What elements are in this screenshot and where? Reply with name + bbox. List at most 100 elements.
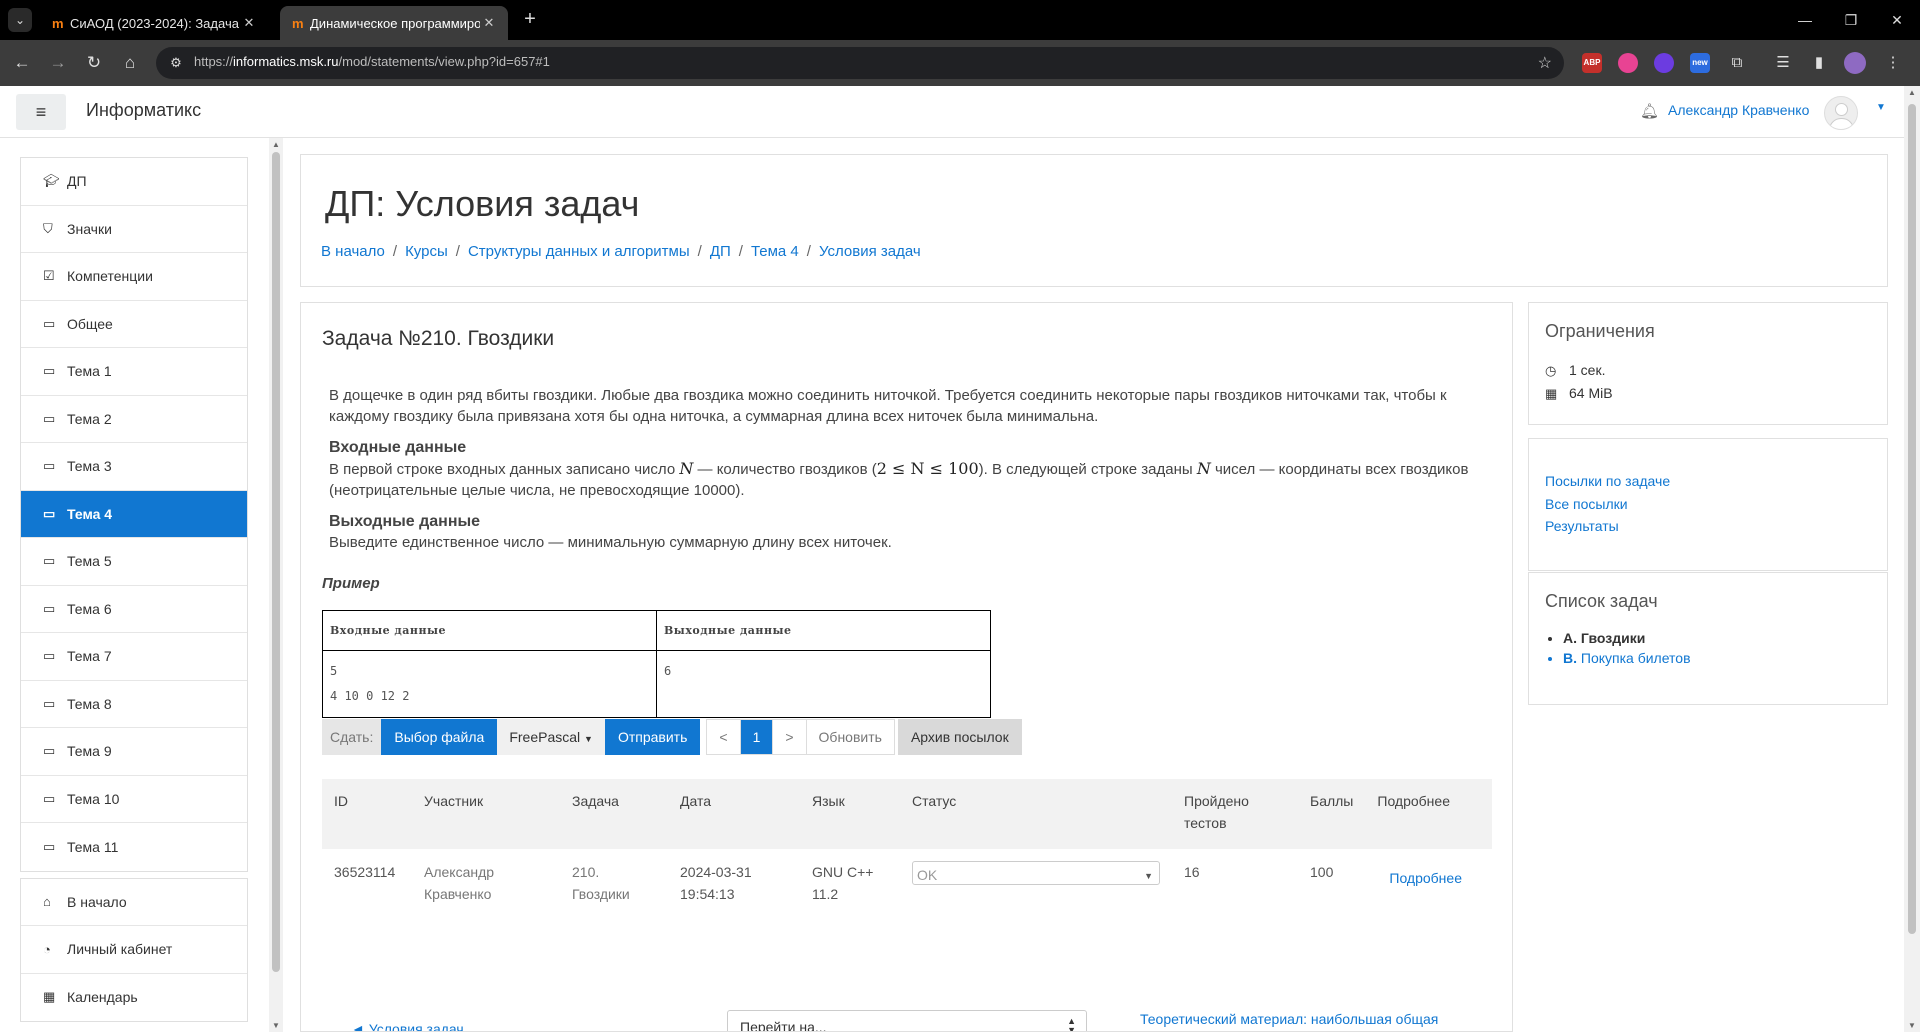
sidebar-item[interactable]: ⌂ В начало bbox=[21, 879, 247, 926]
sidebar-item[interactable]: ▭ Тема 8 bbox=[21, 681, 247, 728]
col-participant: Участник bbox=[424, 793, 484, 809]
all-submissions-link[interactable]: Все посылки bbox=[1545, 496, 1628, 512]
close-window-button[interactable]: ✕ bbox=[1874, 0, 1920, 40]
submit-label: Сдать: bbox=[322, 719, 382, 755]
sidebar-item[interactable]: ▭ Тема 9 bbox=[21, 728, 247, 776]
breadcrumb-separator: / bbox=[697, 243, 702, 260]
sidebar-item[interactable]: ▭ Тема 3 bbox=[21, 443, 247, 491]
page-title: ДП: Условия задач bbox=[325, 183, 640, 224]
sidebar-item[interactable]: ▭ Тема 5 bbox=[21, 538, 247, 586]
back-icon[interactable]: ← bbox=[10, 51, 34, 75]
site-brand[interactable]: Информатикс bbox=[86, 100, 201, 121]
site-settings-icon[interactable]: ⚙ bbox=[166, 53, 186, 73]
user-menu-caret-icon[interactable]: ▼ bbox=[1876, 102, 1886, 113]
problem-card: Задача №210. Гвоздики В дощечке в один р… bbox=[300, 302, 1513, 1032]
results-link[interactable]: Результаты bbox=[1545, 518, 1619, 534]
submit-toolbar: Сдать: Выбор файла FreePascal ▼ Отправит… bbox=[322, 719, 1022, 755]
profile-icon[interactable] bbox=[1844, 52, 1866, 74]
browser-tab-1[interactable]: m СиАОД (2023-2024): Задача C ✕ bbox=[40, 6, 268, 40]
reload-icon[interactable]: ↻ bbox=[82, 51, 106, 75]
task-submissions-link[interactable]: Посылки по задаче bbox=[1545, 473, 1670, 489]
send-button[interactable]: Отправить bbox=[604, 719, 701, 755]
media-control-icon[interactable]: ☰ bbox=[1772, 52, 1794, 74]
breadcrumb-link[interactable]: Тема 4 bbox=[751, 243, 799, 260]
sidebar-item[interactable]: ▭ Тема 4 bbox=[21, 490, 247, 538]
site-navbar: ≡ Информатикс 🔔︎ Александр Кравченко ▼ bbox=[0, 86, 1904, 138]
time-limit: ◷ 1 сек. bbox=[1545, 362, 1606, 378]
details-link[interactable]: Подробнее bbox=[1377, 867, 1462, 889]
sidebar-item[interactable]: ▭ Тема 11 bbox=[21, 823, 247, 871]
sidebar-item[interactable]: ▭ Общее bbox=[21, 301, 247, 348]
next-activity-link[interactable]: Теоретический материал: наибольшая общая bbox=[1140, 1011, 1438, 1027]
status-select[interactable]: OK ▼ bbox=[912, 861, 1160, 885]
example-output-header: Выходные данные bbox=[656, 610, 991, 651]
notification-bell-icon[interactable]: 🔔︎ bbox=[1640, 102, 1659, 120]
bookmark-star-icon[interactable]: ☆ bbox=[1538, 53, 1552, 73]
breadcrumb-link[interactable]: Курсы bbox=[405, 243, 448, 260]
tab-close-icon[interactable]: ✕ bbox=[240, 15, 258, 31]
sidebar-item[interactable]: ▭ Тема 6 bbox=[21, 586, 247, 633]
refresh-button[interactable]: Обновить bbox=[807, 720, 894, 754]
site-nav-group: ⌂ В начало ◔ Личный кабинет ▦ Календарь bbox=[20, 877, 248, 1022]
breadcrumb-link[interactable]: Структуры данных и алгоритмы bbox=[468, 243, 690, 260]
archive-button[interactable]: Архив посылок bbox=[897, 719, 1022, 755]
input-description: В первой строке входных данных записано … bbox=[329, 459, 1469, 499]
example-output: 6 bbox=[656, 650, 991, 718]
extension-new-icon[interactable]: new bbox=[1690, 53, 1710, 73]
adblock-extension-icon[interactable]: ABP bbox=[1582, 53, 1602, 73]
home-icon[interactable]: ⌂ bbox=[118, 51, 142, 75]
prev-page-button[interactable]: < bbox=[707, 720, 741, 754]
output-description: Выведите единственное число — минимальну… bbox=[329, 534, 892, 551]
links-block: Посылки по задаче Все посылки Результаты bbox=[1528, 438, 1888, 571]
next-page-button[interactable]: > bbox=[773, 720, 807, 754]
drawer-toggle-button[interactable]: ≡ bbox=[16, 94, 66, 130]
jump-to-select[interactable]: Перейти на... ▲ ▼ bbox=[727, 1010, 1087, 1031]
col-task: Задача bbox=[572, 793, 619, 809]
choose-file-button[interactable]: Выбор файла bbox=[381, 719, 498, 755]
sidebar-item-label: Тема 1 bbox=[67, 363, 112, 380]
prev-activity-link[interactable]: ◄ Условия задач bbox=[351, 1021, 464, 1031]
browser-tab-2[interactable]: m Динамическое программиров ✕ bbox=[280, 6, 508, 40]
breadcrumb-link[interactable]: В начало bbox=[321, 243, 385, 260]
user-name[interactable]: Александр Кравченко bbox=[1668, 102, 1809, 118]
language-select[interactable]: FreePascal ▼ bbox=[497, 719, 605, 755]
sidebar-item[interactable]: ▭ Тема 10 bbox=[21, 776, 247, 823]
restore-button[interactable]: ❐ bbox=[1828, 0, 1874, 40]
sidebar-item[interactable]: ⛉ Значки bbox=[21, 206, 247, 253]
tab-search-icon[interactable]: ⌄ bbox=[8, 8, 32, 32]
extension-icon[interactable] bbox=[1618, 53, 1638, 73]
extension-icon[interactable] bbox=[1654, 53, 1674, 73]
home-icon: ⌂ bbox=[43, 894, 51, 910]
minimize-button[interactable]: — bbox=[1782, 0, 1828, 40]
sidebar-item-label: Тема 6 bbox=[67, 600, 112, 617]
avatar[interactable] bbox=[1824, 96, 1858, 130]
page-scrollbar[interactable]: ▲ ▼ bbox=[1904, 86, 1920, 1032]
breadcrumb-link[interactable]: ДП bbox=[710, 243, 731, 260]
task-list-item-b[interactable]: B. Покупка билетов bbox=[1563, 650, 1691, 666]
menu-dots-icon[interactable]: ⋮ bbox=[1882, 52, 1904, 74]
sidebar-scrollbar[interactable]: ▲ ▼ bbox=[269, 138, 283, 1032]
sidebar-item[interactable]: ▦ Календарь bbox=[21, 974, 247, 1022]
new-tab-button[interactable]: + bbox=[518, 8, 542, 32]
sidebar-item[interactable]: ☑ Компетенции bbox=[21, 253, 247, 301]
page-1-button[interactable]: 1 bbox=[740, 720, 774, 754]
sidebar-item[interactable]: ▭ Тема 1 bbox=[21, 348, 247, 396]
side-panel-icon[interactable]: ▮ bbox=[1808, 52, 1830, 74]
breadcrumb-link[interactable]: Условия задач bbox=[819, 243, 921, 260]
statement-text: В дощечке в один ряд вбиты гвоздики. Люб… bbox=[329, 387, 1447, 425]
forward-icon[interactable]: → bbox=[46, 51, 70, 75]
sidebar-item[interactable]: 🎓︎ ДП bbox=[21, 158, 247, 206]
extensions-puzzle-icon[interactable]: ⧉ bbox=[1726, 52, 1748, 74]
address-bar[interactable]: ⚙ https://informatics.msk.ru/mod/stateme… bbox=[156, 47, 1564, 79]
sidebar-item[interactable]: ▭ Тема 7 bbox=[21, 633, 247, 681]
sidebar-item-label: Тема 2 bbox=[67, 410, 112, 427]
calendar-icon: ▦ bbox=[43, 989, 56, 1005]
sidebar-item[interactable]: ◔ Личный кабинет bbox=[21, 926, 247, 974]
sidebar-item-label: Компетенции bbox=[67, 268, 153, 285]
task-list-item-a: A. Гвоздики bbox=[1563, 630, 1691, 646]
col-details: Подробнее bbox=[1377, 793, 1450, 809]
folder-icon: ▭ bbox=[43, 648, 56, 664]
sidebar-item[interactable]: ▭ Тема 2 bbox=[21, 396, 247, 443]
tab-close-icon[interactable]: ✕ bbox=[480, 15, 498, 31]
breadcrumb-separator: / bbox=[806, 243, 811, 260]
